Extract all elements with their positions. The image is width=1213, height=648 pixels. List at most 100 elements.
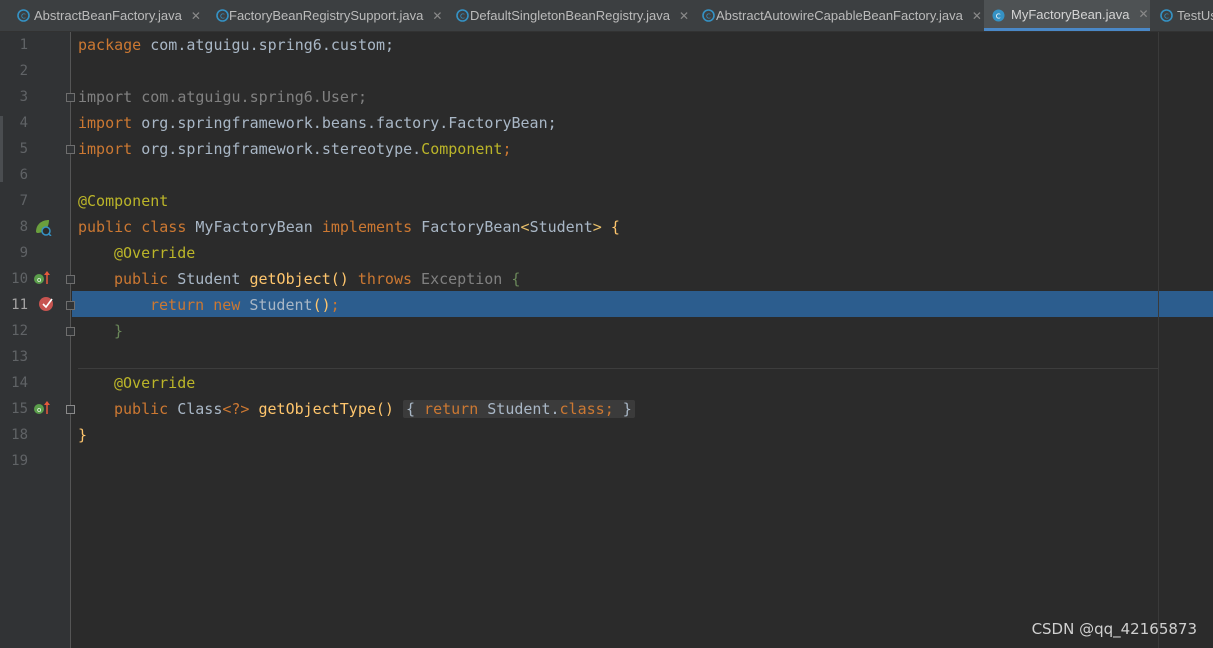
tab-close-icon[interactable]: ✕: [1139, 7, 1149, 21]
tab-label: MyFactoryBean.java: [1011, 6, 1130, 22]
svg-text:o: o: [37, 276, 41, 284]
code-text: org.springframework.beans.factory.Factor…: [132, 114, 557, 132]
svg-text:C: C: [460, 13, 465, 21]
implements-method-icon[interactable]: o: [33, 270, 51, 286]
method-name: getObjectType: [249, 400, 376, 418]
tab-label: DefaultSingletonBeanRegistry.java: [470, 8, 670, 23]
paren: (): [330, 270, 349, 288]
type: Exception: [412, 270, 503, 288]
type: Student: [529, 218, 593, 236]
tab-label: AbstractBeanFactory.java: [34, 8, 182, 23]
unused-import: import com.atguigu.spring6.User;: [78, 88, 367, 106]
line-number: 15: [11, 401, 28, 417]
line-number: 5: [19, 141, 28, 157]
fold-marker-icon[interactable]: [66, 275, 75, 284]
watermark: CSDN @qq_42165873: [1031, 620, 1197, 638]
code-line: }: [114, 318, 123, 344]
fold-marker-icon[interactable]: [66, 93, 75, 102]
keyword: throws: [348, 270, 413, 288]
bracket: <: [520, 218, 530, 236]
code-line: import org.springframework.stereotype.Co…: [78, 136, 511, 162]
tab-factory-bean-registry-support[interactable]: C FactoryBeanRegistrySupport.java ✕: [212, 0, 452, 31]
line-number: 10: [11, 271, 28, 287]
brace: }: [78, 426, 88, 444]
code-line: @Component: [78, 188, 168, 214]
brace: {: [601, 218, 620, 236]
tab-label: AbstractAutowireCapableBeanFactory.java: [716, 8, 963, 23]
fold-marker-icon[interactable]: [66, 301, 75, 310]
code-line: import com.atguigu.spring6.User;: [78, 84, 367, 110]
annotation: @Component: [78, 192, 169, 210]
type: Student: [240, 296, 313, 314]
keyword: import: [78, 114, 133, 132]
fold-marker-icon[interactable]: [66, 327, 75, 336]
tab-abstract-bean-factory[interactable]: C AbstractBeanFactory.java ✕: [14, 0, 209, 31]
tab-my-factory-bean[interactable]: C MyFactoryBean.java ✕: [984, 0, 1150, 31]
method-separator: [78, 368, 1158, 369]
type: FactoryBean: [412, 218, 521, 236]
fold-marker-icon[interactable]: [66, 145, 75, 154]
line-number: 3: [19, 89, 28, 105]
code-line: import org.springframework.beans.factory…: [78, 110, 557, 136]
line-number: 9: [19, 245, 28, 261]
tab-close-icon[interactable]: ✕: [679, 9, 689, 23]
fold-expand-icon[interactable]: [66, 405, 75, 414]
tab-test-us[interactable]: C TestUs: [1156, 0, 1213, 31]
code-line: @Override: [114, 240, 195, 266]
keyword: class: [559, 400, 605, 418]
svg-text:C: C: [706, 13, 711, 21]
code-text: com.atguigu.spring6.custom;: [141, 36, 395, 54]
keyword: import: [78, 140, 133, 158]
code-text: org.springframework.stereotype.: [132, 140, 422, 158]
java-class-icon: C: [702, 9, 715, 22]
editor-tab-bar: C AbstractBeanFactory.java ✕ C FactoryBe…: [0, 0, 1213, 32]
tab-abstract-autowire-capable-bean-factory[interactable]: C AbstractAutowireCapableBeanFactory.jav…: [698, 0, 984, 31]
code-line: public Class<?> getObjectType() { return…: [114, 396, 635, 422]
tab-close-icon[interactable]: ✕: [972, 9, 982, 23]
java-class-icon: C: [216, 9, 229, 22]
svg-text:C: C: [1164, 13, 1169, 21]
code-line: package com.atguigu.spring6.custom;: [78, 32, 394, 58]
java-class-icon: C: [17, 9, 30, 22]
code-line: public class MyFactoryBean implements Fa…: [78, 214, 620, 240]
spring-bean-icon[interactable]: [33, 218, 53, 236]
line-number: 2: [19, 63, 28, 79]
line-number: 6: [19, 167, 28, 183]
tab-default-singleton-bean-registry[interactable]: C DefaultSingletonBeanRegistry.java ✕: [452, 0, 698, 31]
brace: }: [622, 400, 632, 418]
implements-method-icon[interactable]: o: [33, 400, 51, 416]
brace: {: [502, 270, 521, 288]
svg-text:C: C: [996, 13, 1001, 21]
class-ref: Component: [421, 140, 503, 158]
svg-text:C: C: [21, 13, 26, 21]
folded-code-region[interactable]: { return Student.class; }: [403, 400, 635, 418]
keyword: return new: [150, 296, 241, 314]
line-number: 8: [19, 219, 28, 235]
line-number: 14: [11, 375, 28, 391]
keyword: package: [78, 36, 142, 54]
type: Class: [168, 400, 223, 418]
code-line: }: [78, 422, 87, 448]
keyword: public: [114, 270, 169, 288]
code-line: public Student getObject() throws Except…: [114, 266, 520, 292]
semicolon: ;: [502, 140, 512, 158]
generic: <?>: [222, 400, 250, 418]
java-class-icon: C: [456, 9, 469, 22]
tab-close-icon[interactable]: ✕: [191, 9, 201, 23]
java-class-icon: C: [1160, 9, 1173, 22]
tab-close-icon[interactable]: ✕: [432, 9, 442, 23]
line-number: 19: [11, 453, 28, 469]
breakpoint-icon[interactable]: [38, 295, 56, 312]
semicolon: ;: [330, 296, 340, 314]
bracket: >: [592, 218, 602, 236]
brace: }: [114, 322, 124, 340]
annotation: @Override: [114, 244, 196, 262]
type: Student: [168, 270, 250, 288]
line-number: 1: [19, 37, 28, 53]
type: Student.: [478, 400, 560, 418]
line-number: 4: [19, 115, 28, 131]
brace: {: [406, 400, 416, 418]
code-line: @Override: [114, 370, 195, 396]
tab-label: FactoryBeanRegistrySupport.java: [229, 8, 424, 23]
paren: (): [312, 296, 331, 314]
